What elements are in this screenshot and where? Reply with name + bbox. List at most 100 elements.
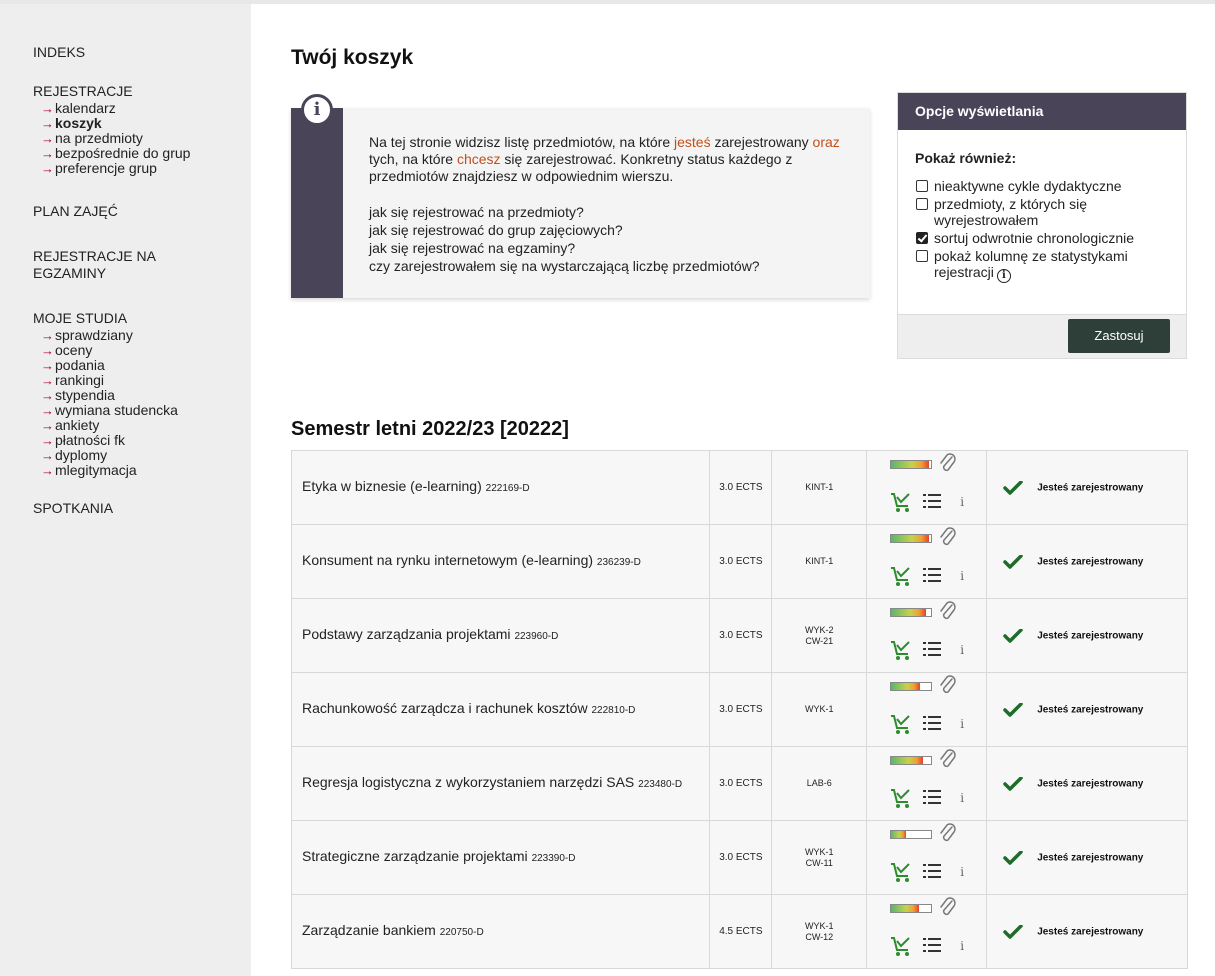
cart-icon[interactable] xyxy=(890,787,912,809)
course-name[interactable]: Konsument na rynku internetowym (e-learn… xyxy=(302,552,593,568)
list-icon[interactable] xyxy=(922,640,942,658)
help-link-liczba[interactable]: czy zarejestrowałem się na wystarczającą… xyxy=(369,257,859,275)
nav-moje-studia[interactable]: MOJE STUDIA xyxy=(33,310,251,327)
course-code: 223960-D xyxy=(514,631,559,642)
paperclip-icon[interactable] xyxy=(938,453,958,475)
course-name[interactable]: Zarządzanie bankiem xyxy=(302,922,436,938)
paperclip-icon[interactable] xyxy=(938,675,958,697)
course-name[interactable]: Rachunkowość zarządcza i rachunek kosztó… xyxy=(302,700,588,716)
checkbox-checked[interactable] xyxy=(916,232,928,244)
sidebar-item-płatności-fk[interactable]: → płatności fk xyxy=(41,433,251,449)
help-link-grupy[interactable]: jak się rejestrować do grup zajęciowych? xyxy=(369,221,859,239)
apply-button[interactable]: Zastosuj xyxy=(1068,319,1170,353)
group-code[interactable]: LAB-6 xyxy=(807,778,832,788)
checkbox-unchecked[interactable] xyxy=(916,180,928,192)
sidebar-item-oceny[interactable]: → oceny xyxy=(41,343,251,359)
nav-rejestracje-na-egzaminy[interactable]: REJESTRACJE NA EGZAMINY xyxy=(33,248,251,282)
info-icon[interactable]: i xyxy=(960,865,964,879)
course-name[interactable]: Regresja logistyczna z wykorzystaniem na… xyxy=(302,774,634,790)
cart-icon[interactable] xyxy=(890,565,912,587)
sidebar-item-koszyk[interactable]: → koszyk xyxy=(41,116,251,132)
status-cell: Jesteś zarejestrowany xyxy=(986,820,1188,895)
nav-plan-zajec[interactable]: PLAN ZAJĘĆ xyxy=(33,203,251,220)
list-icon[interactable] xyxy=(922,862,942,880)
sidebar-item-rankingi[interactable]: → rankingi xyxy=(41,373,251,389)
help-link-przedmioty[interactable]: jak się rejestrować na przedmioty? xyxy=(369,203,859,221)
info-icon[interactable]: i xyxy=(960,569,964,583)
list-icon-svg xyxy=(923,716,942,730)
arrow-right-icon: → xyxy=(41,448,54,463)
option-label[interactable]: sortuj odwrotnie chronologicznie xyxy=(934,230,1134,246)
checkbox-unchecked[interactable] xyxy=(916,250,928,262)
paperclip-icon[interactable] xyxy=(938,823,958,845)
info-circle-icon[interactable]: i xyxy=(996,269,1011,283)
actions-cell: i xyxy=(866,672,988,747)
sidebar-item-na-przedmioty[interactable]: → na przedmioty xyxy=(41,131,251,147)
group-code[interactable]: KINT-1 xyxy=(805,482,833,492)
info-icon[interactable]: i xyxy=(960,791,964,805)
group-code[interactable]: WYK-1 xyxy=(805,704,834,714)
cart-icon[interactable] xyxy=(890,935,912,957)
registration-meter xyxy=(890,904,933,913)
nav-indeks[interactable]: INDEKS xyxy=(33,44,251,61)
sidebar-item-dyplomy[interactable]: → dyplomy xyxy=(41,447,251,464)
group-code[interactable]: CW-11 xyxy=(806,858,833,868)
course-name[interactable]: Etyka w biznesie (e-learning) xyxy=(302,478,482,494)
list-icon[interactable] xyxy=(922,936,942,954)
sidebar-item-bezpośrednie-do-grup[interactable]: → bezpośrednie do grup xyxy=(41,146,251,162)
group-code[interactable]: CW-12 xyxy=(805,932,833,942)
cart-icon[interactable] xyxy=(890,861,912,883)
checkbox-unchecked[interactable] xyxy=(916,198,928,210)
arrow-right-icon: → xyxy=(41,146,54,161)
nav-studia-group: MOJE STUDIA → sprawdziany → oceny → podania → r… xyxy=(33,310,251,478)
cart-icon[interactable] xyxy=(890,639,912,661)
sidebar-item-label: dyplomy xyxy=(55,447,108,463)
option-label[interactable]: przedmioty, z których się wyrejestrowałe… xyxy=(934,196,1169,228)
course-name[interactable]: Podstawy zarządzania projektami xyxy=(302,626,511,642)
paperclip-icon[interactable] xyxy=(938,601,958,623)
sidebar-item-preferencje-grup[interactable]: → preferencje grup xyxy=(41,161,251,177)
status-label: Jesteś zarejestrowany xyxy=(1037,852,1144,864)
info-icon[interactable]: i xyxy=(960,717,964,731)
list-icon[interactable] xyxy=(922,714,942,732)
actions-wrap: i xyxy=(867,821,986,894)
nav-rej-egz-line2: EGZAMINY xyxy=(33,265,107,281)
cart-icon-svg xyxy=(891,715,910,734)
info-icon[interactable]: i xyxy=(960,495,964,509)
option-label[interactable]: pokaż kolumnę ze statystykami rejestracj… xyxy=(934,248,1169,283)
sidebar-item-mlegitymacja[interactable]: → mlegitymacja xyxy=(41,463,251,479)
info-icon[interactable]: i xyxy=(960,643,964,657)
paperclip-icon[interactable] xyxy=(938,897,958,919)
checkmark-icon-svg xyxy=(1003,776,1023,791)
group-code[interactable]: CW-21 xyxy=(805,636,833,646)
cart-icon[interactable] xyxy=(890,491,912,513)
cart-icon[interactable] xyxy=(890,713,912,735)
sidebar-item-sprawdziany[interactable]: → sprawdziany xyxy=(41,328,251,344)
list-icon[interactable] xyxy=(922,492,942,510)
group-code[interactable]: KINT-1 xyxy=(805,556,833,566)
nav-rej-egz-group: REJESTRACJE NA EGZAMINY xyxy=(33,248,251,282)
groups-cell: LAB-6 xyxy=(771,746,868,821)
info-icon[interactable]: i xyxy=(960,939,964,953)
group-code[interactable]: WYK-2 xyxy=(805,625,834,635)
registration-meter xyxy=(890,830,933,839)
arrow-right-icon: → xyxy=(41,373,54,388)
group-code[interactable]: WYK-1 xyxy=(805,921,834,931)
paperclip-icon[interactable] xyxy=(938,749,958,771)
option-label[interactable]: nieaktywne cykle dydaktyczne xyxy=(934,178,1122,194)
sidebar-item-stypendia[interactable]: → stypendia xyxy=(41,388,251,404)
paperclip-icon[interactable] xyxy=(938,527,958,549)
course-name[interactable]: Strategiczne zarządzanie projektami xyxy=(302,848,528,864)
sidebar-item-ankiety[interactable]: → ankiety xyxy=(41,418,251,434)
sidebar-item-podania[interactable]: → podania xyxy=(41,358,251,374)
sidebar-item-kalendarz[interactable]: → kalendarz xyxy=(41,101,251,117)
registration-meter xyxy=(890,682,933,691)
list-icon[interactable] xyxy=(922,788,942,806)
list-icon[interactable] xyxy=(922,566,942,584)
nav-rejestracje[interactable]: REJESTRACJE xyxy=(33,83,251,100)
sidebar-item-wymiana-studencka[interactable]: → wymiana studencka xyxy=(41,403,251,419)
nav-spotkania[interactable]: SPOTKANIA xyxy=(33,500,251,517)
table-row: Etyka w biznesie (e-learning) 222169-D 3.… xyxy=(290,450,1188,525)
group-code[interactable]: WYK-1 xyxy=(805,847,834,857)
help-link-egzaminy[interactable]: jak się rejestrować na egzaminy? xyxy=(369,239,859,257)
